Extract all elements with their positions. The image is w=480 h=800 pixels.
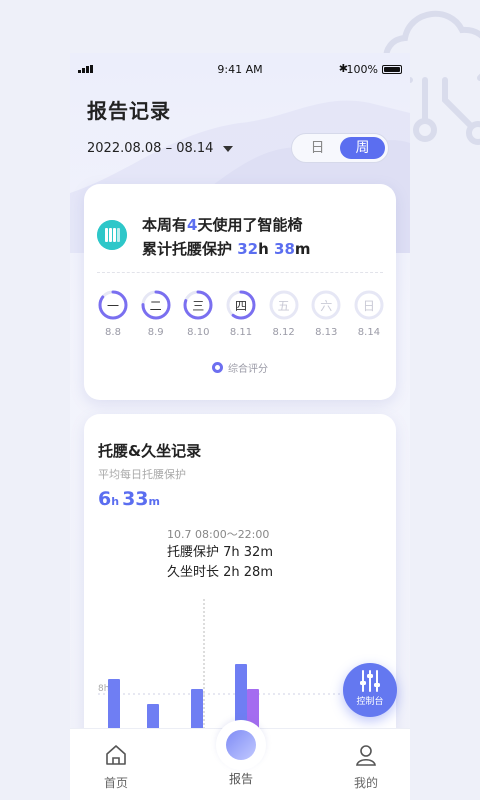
battery-icon [382,65,402,74]
day-date: 8.13 [315,327,338,338]
reference-line-label: 8h [98,684,109,694]
status-bar: 9:41 AM ✱ 100% [70,53,410,85]
lumbar-total-text: 累计托腰保护 32h 38m [142,240,311,258]
user-icon [356,745,376,766]
day-score-5[interactable]: 六 8.13 [310,290,342,338]
day-date: 8.14 [357,327,381,338]
date-range-label: 2022.08.08 – 08.14 [87,141,214,156]
day-date: 8.12 [272,327,295,338]
page-title: 报告记录 [87,99,171,123]
tab-day[interactable]: 日 [295,137,340,159]
tooltip-time: 10.7 08:00～22:00 [167,528,270,541]
ring-legend-icon [212,362,223,373]
caret-down-icon [223,145,234,152]
score-ring: 五 [269,290,299,320]
usage-days-count: 4 [187,216,198,234]
tab-report[interactable] [216,720,266,770]
day-score-1[interactable]: 二 8.9 [140,290,172,338]
score-ring: 日 [354,290,384,320]
tab-report-label: 报告 [228,772,253,786]
day-score-2[interactable]: 三 8.10 [182,290,214,338]
day-score-6[interactable]: 日 8.14 [353,290,385,338]
tab-home[interactable]: 首页 [86,743,146,791]
tab-mine-label: 我的 [353,776,378,790]
weekly-summary-card: 本周有4天使用了智能椅 累计托腰保护 32h 38m 一 8.8 二 8.9 三 8.10… [84,184,396,400]
record-title: 托腰&久坐记录 [98,442,202,460]
day-date: 8.8 [105,327,121,338]
score-ring: 六 [311,290,341,320]
day-score-3[interactable]: 四 8.11 [225,290,257,338]
day-score-0[interactable]: 一 8.8 [97,290,129,338]
tab-home-label: 首页 [103,776,128,790]
day-score-4[interactable]: 五 8.12 [268,290,300,338]
day-date: 8.9 [147,327,164,338]
report-icon [226,730,256,760]
home-icon [106,745,126,765]
control-panel-button[interactable]: 控制台 [343,663,397,717]
day-date: 8.10 [187,327,210,338]
chair-icon [97,220,127,250]
score-ring: 二 [141,290,171,320]
phone-screen: 9:41 AM ✱ 100% 报告记录 2022.08.08 – 08.14 日… [70,53,410,800]
divider [97,272,383,273]
tooltip-lumbar: 托腰保护 7h 32m [167,545,273,560]
score-legend: 综合评分 [84,360,396,375]
period-toggle: 日 周 [291,133,389,163]
sliders-icon [360,670,380,692]
score-ring: 三 [183,290,213,320]
tab-week[interactable]: 周 [340,137,385,159]
week-day-scores: 一 8.8 二 8.9 三 8.10 四 8.11 五 8.12 六 8.13 日 8.14 [97,290,385,338]
score-ring: 四 [226,290,256,320]
record-subtitle: 平均每日托腰保护 [98,468,186,481]
day-date: 8.11 [229,327,253,338]
battery-percent: 100% [346,63,378,76]
score-ring: 一 [98,290,128,320]
average-protection: 6h 33m [98,488,160,510]
control-panel-label: 控制台 [356,697,384,707]
tab-mine[interactable]: 我的 [336,743,396,791]
date-range-selector[interactable]: 2022.08.08 – 08.14 [87,141,234,156]
usage-days-text: 本周有4天使用了智能椅 [142,216,303,234]
